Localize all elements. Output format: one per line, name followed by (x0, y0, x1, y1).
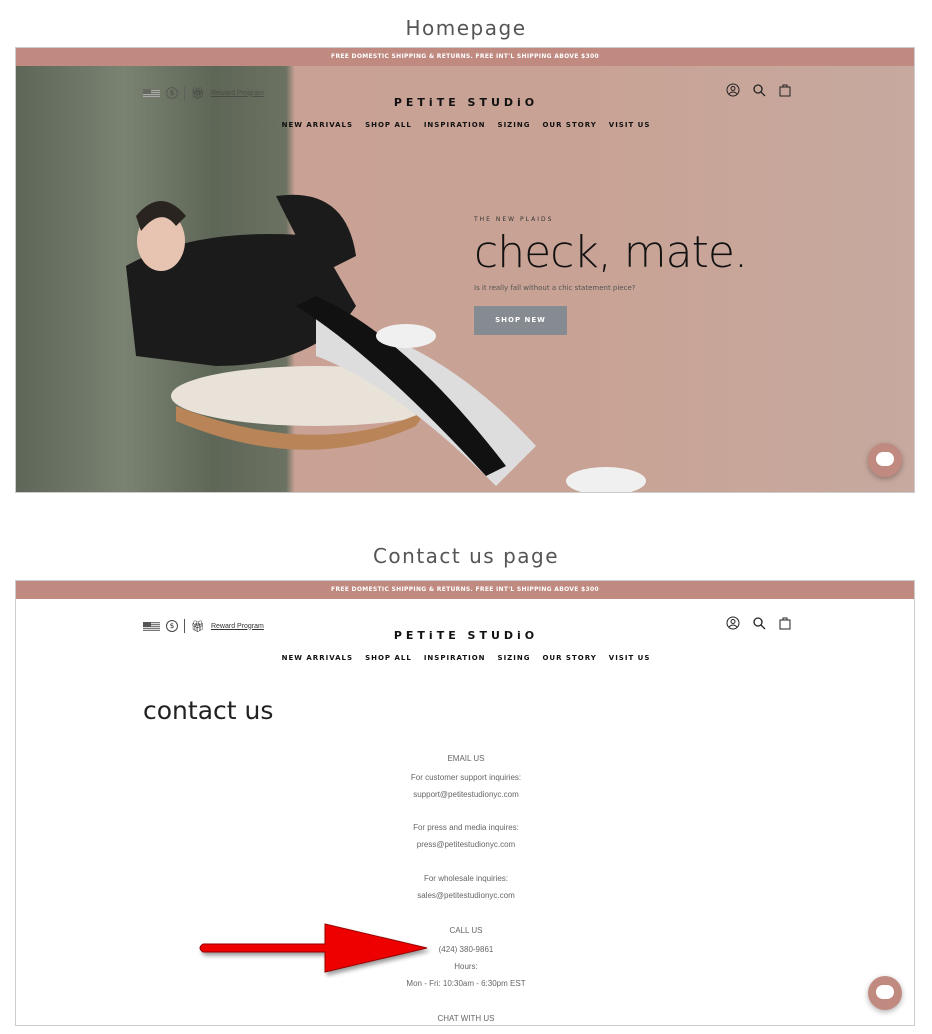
account-icon[interactable] (726, 83, 740, 97)
press-email[interactable]: press@petitestudionyc.com (16, 840, 914, 849)
chat-button[interactable] (868, 976, 902, 1010)
homepage-screenshot: FREE DOMESTIC SHIPPING & RETURNS. FREE I… (15, 47, 915, 493)
nav-sizing[interactable]: SIZING (498, 654, 531, 662)
email-us-heading: EMAIL US (447, 754, 485, 763)
nav-new-arrivals[interactable]: NEW ARRIVALS (282, 654, 353, 662)
nav-visit-us[interactable]: VISIT US (609, 654, 651, 662)
nav-sizing[interactable]: SIZING (498, 121, 531, 129)
shipping-banner: FREE DOMESTIC SHIPPING & RETURNS. FREE I… (16, 581, 914, 599)
chat-button[interactable] (868, 443, 902, 477)
homepage-label: Homepage (405, 16, 527, 40)
nav-shop-all[interactable]: SHOP ALL (365, 121, 412, 129)
phone-number[interactable]: (424) 380-9861 (16, 945, 914, 954)
logo[interactable]: PETiTE STUDiO (16, 629, 914, 642)
nav-visit-us[interactable]: VISIT US (609, 121, 651, 129)
call-us-heading: CALL US (449, 926, 483, 935)
nav-our-story[interactable]: OUR STORY (542, 121, 596, 129)
search-icon[interactable] (752, 83, 766, 97)
contact-page-screenshot: FREE DOMESTIC SHIPPING & RETURNS. FREE I… (15, 580, 915, 1026)
main-nav: NEW ARRIVALS SHOP ALL INSPIRATION SIZING OUR… (16, 654, 914, 662)
account-icon[interactable] (726, 616, 740, 630)
nav-shop-all[interactable]: SHOP ALL (365, 654, 412, 662)
cart-icon[interactable] (778, 616, 792, 630)
main-nav: NEW ARRIVALS SHOP ALL INSPIRATION SIZING OUR… (16, 121, 914, 129)
hours-label: Hours: (454, 962, 478, 971)
nav-inspiration[interactable]: INSPIRATION (424, 654, 486, 662)
hours-value: Mon - Fri: 10:30am - 6:30pm EST (406, 979, 526, 988)
nav-new-arrivals[interactable]: NEW ARRIVALS (282, 121, 353, 129)
wholesale-label: For wholesale inquiries: (423, 874, 509, 883)
nav-inspiration[interactable]: INSPIRATION (424, 121, 486, 129)
search-icon[interactable] (752, 616, 766, 630)
contact-page-label: Contact us page (372, 544, 560, 568)
wholesale-email[interactable]: sales@petitestudionyc.com (16, 891, 914, 900)
shipping-banner: FREE DOMESTIC SHIPPING & RETURNS. FREE I… (16, 48, 914, 66)
hero-headline: check, mate. (474, 227, 748, 278)
nav-our-story[interactable]: OUR STORY (542, 654, 596, 662)
hero-eyebrow: THE NEW PLAIDS (474, 216, 554, 223)
support-email[interactable]: support@petitestudionyc.com (16, 790, 914, 799)
shop-new-button[interactable]: SHOP NEW (474, 306, 567, 335)
logo[interactable]: PETiTE STUDiO (16, 96, 914, 109)
red-arrow-annotation (199, 923, 428, 973)
press-label: For press and media inquires: (413, 823, 519, 832)
hero-subtitle: Is it really fall without a chic stateme… (474, 284, 636, 292)
cart-icon[interactable] (778, 83, 792, 97)
page-title: contact us (143, 696, 274, 725)
chat-with-us-heading: CHAT WITH US (437, 1014, 495, 1023)
support-label: For customer support inquiries: (410, 773, 522, 782)
